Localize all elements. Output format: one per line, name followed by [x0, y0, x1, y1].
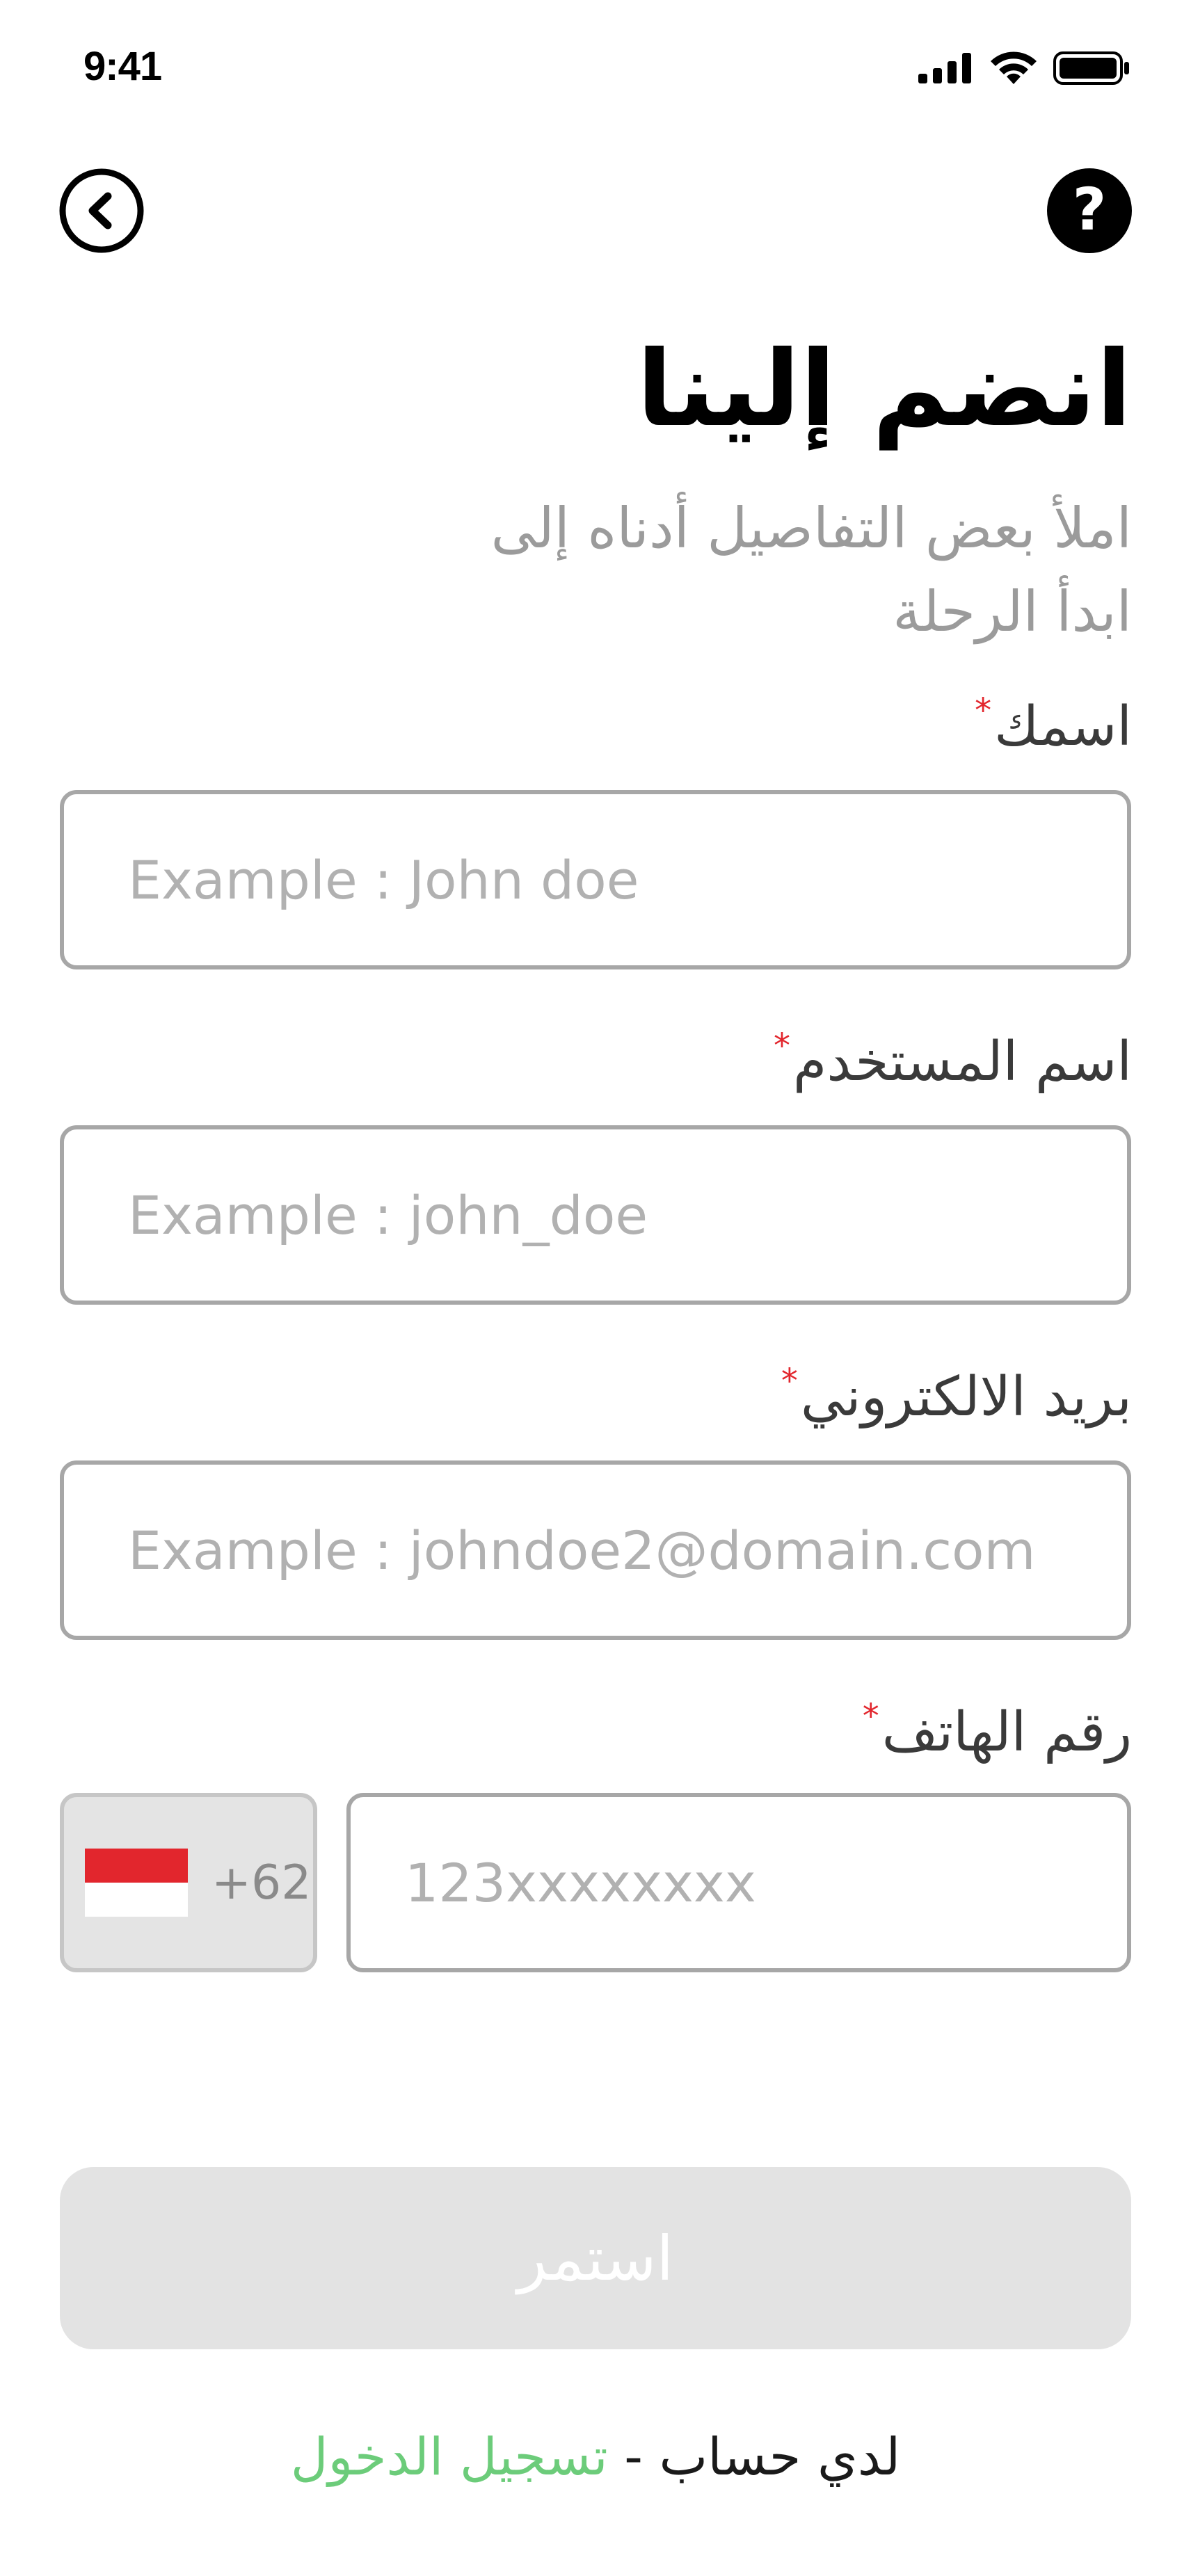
battery-icon [1053, 51, 1129, 85]
status-time: 9:41 [83, 44, 162, 89]
name-field[interactable] [60, 790, 1131, 969]
indonesia-flag-icon [85, 1849, 188, 1917]
country-code: +62 [211, 1855, 312, 1910]
name-label: اسمك* [975, 691, 1132, 758]
back-button[interactable] [59, 168, 144, 253]
phone-input[interactable] [403, 1851, 1127, 1915]
required-marker: * [862, 1697, 879, 1736]
help-button[interactable]: ? [1047, 168, 1132, 253]
subtitle-line-1: املأ بعض التفاصيل أدناه إلى [490, 496, 1132, 561]
help-icon: ? [1047, 168, 1132, 253]
name-label-text: اسمك [994, 695, 1132, 758]
required-marker: * [975, 691, 992, 730]
email-input[interactable] [127, 1518, 1127, 1582]
signal-icon [918, 53, 971, 83]
required-marker: * [774, 1027, 791, 1065]
status-icons [918, 50, 1131, 86]
username-field[interactable] [60, 1125, 1131, 1305]
have-account-text: لدي حساب [659, 2427, 901, 2487]
login-prompt: لدي حساب - تسجيل الدخول [0, 2427, 1191, 2487]
username-label: اسم المستخدم* [774, 1027, 1132, 1093]
email-label: بريد الالكتروني* [781, 1362, 1132, 1428]
phone-label-text: رقم الهاتف [881, 1701, 1132, 1764]
name-input[interactable] [127, 848, 1127, 912]
continue-button[interactable]: استمر [60, 2167, 1131, 2349]
page-title: انضم إلينا [637, 329, 1132, 450]
svg-text:?: ? [1073, 175, 1107, 243]
footer-separator: - [624, 2427, 643, 2487]
page-subtitle: املأ بعض التفاصيل أدناه إلى ابدأ الرحلة [367, 487, 1132, 654]
country-code-selector[interactable]: +62 [60, 1793, 317, 1972]
phone-field[interactable] [346, 1793, 1131, 1972]
back-icon [59, 168, 144, 253]
username-input[interactable] [127, 1183, 1127, 1247]
username-label-text: اسم المستخدم [793, 1031, 1132, 1093]
email-label-text: بريد الالكتروني [800, 1366, 1132, 1428]
email-field[interactable] [60, 1460, 1131, 1640]
login-link[interactable]: تسجيل الدخول [291, 2427, 608, 2487]
wifi-icon [991, 51, 1037, 84]
subtitle-line-2: ابدأ الرحلة [893, 579, 1132, 644]
phone-label: رقم الهاتف* [863, 1697, 1132, 1764]
required-marker: * [781, 1362, 798, 1401]
